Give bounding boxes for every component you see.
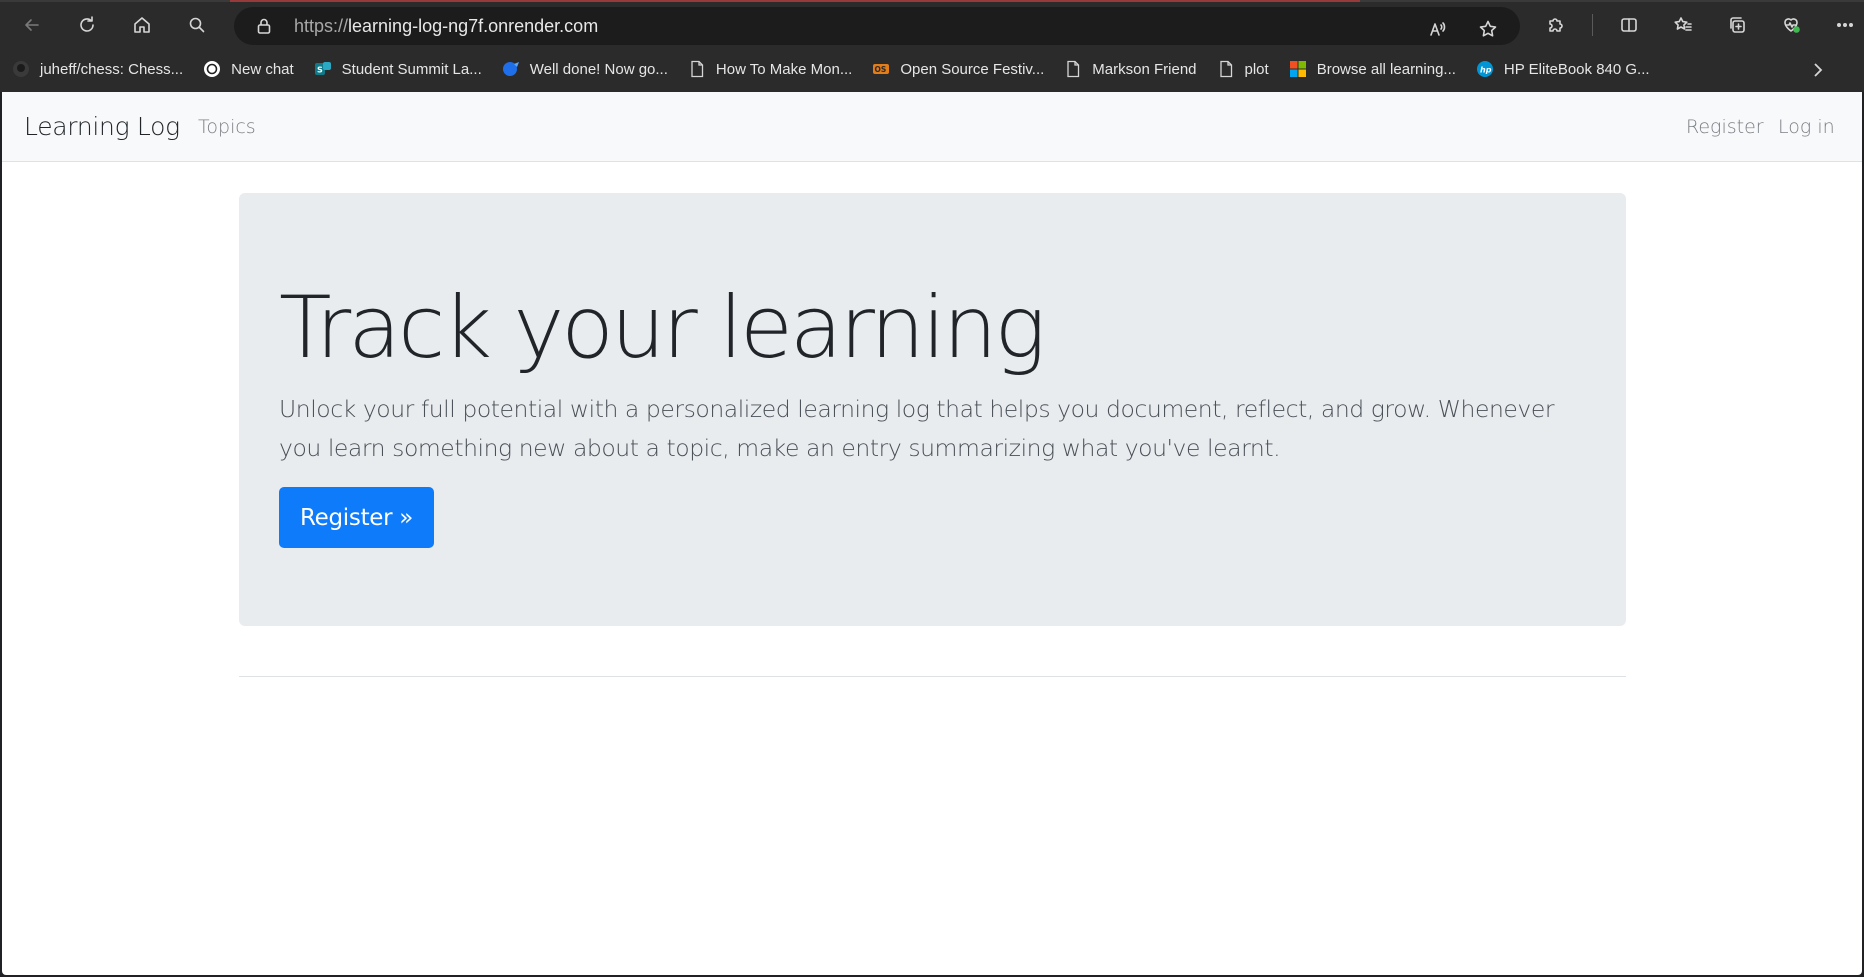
bookmarks-overflow-button[interactable] [1808, 60, 1828, 80]
read-aloud-icon [1430, 22, 1446, 36]
extensions-button[interactable] [1538, 7, 1574, 43]
bookmarks-bar: juheff/chess: Chess... New chat S Student S… [0, 50, 1864, 88]
hero-jumbotron: Track your learning Unlock your full pot… [239, 193, 1626, 626]
browser-essentials-button[interactable] [1773, 7, 1809, 43]
read-aloud-button[interactable] [1420, 11, 1456, 47]
browser-chrome: https://learning-log-ng7f.onrender.com j… [0, 0, 1864, 92]
search-icon [189, 17, 205, 33]
bookmark-item[interactable]: Markson Friend [1054, 54, 1206, 84]
address-bar[interactable]: https://learning-log-ng7f.onrender.com [234, 7, 1520, 45]
hero-title: Track your learning [279, 278, 1046, 378]
page-icon [688, 60, 706, 78]
url-text[interactable]: https://learning-log-ng7f.onrender.com [294, 16, 598, 37]
url-host: learning-log-ng7f.onrender.com [348, 16, 599, 36]
osf-icon: OS [872, 60, 890, 78]
page-icon [1064, 60, 1082, 78]
bookmark-label: Browse all learning... [1316, 60, 1456, 78]
heart-pulse-icon [1784, 18, 1800, 33]
star-icon [1479, 20, 1497, 37]
bookmark-item[interactable]: hp HP EliteBook 840 G... [1466, 54, 1660, 84]
bookmark-label: Student Summit La... [341, 60, 482, 78]
bookmark-label: juheff/chess: Chess... [40, 60, 184, 78]
bookmark-item[interactable]: New chat [193, 54, 304, 84]
nav-login-link[interactable]: Log in [1778, 116, 1835, 138]
chevron-right-icon [1814, 63, 1823, 77]
favorite-button[interactable] [1470, 11, 1506, 47]
collections-button[interactable] [1719, 7, 1755, 43]
content-divider [239, 676, 1626, 677]
nav-register-link[interactable]: Register [1686, 116, 1764, 138]
refresh-button[interactable] [69, 7, 105, 43]
puzzle-icon [1549, 18, 1563, 32]
github-icon [12, 60, 30, 78]
arrow-left-icon [25, 19, 39, 31]
bookmark-item[interactable]: OS Open Source Festiv... [862, 54, 1054, 84]
favorites-button[interactable] [1665, 7, 1701, 43]
site-navbar: Learning Log Topics Register Log in [2, 92, 1862, 162]
register-button[interactable]: Register » [279, 487, 435, 548]
browser-toolbar: https://learning-log-ng7f.onrender.com [0, 2, 1864, 48]
favorites-list-icon [1674, 17, 1692, 31]
svg-text:hp: hp [1480, 66, 1492, 75]
ellipsis-icon [1836, 23, 1854, 28]
home-icon [134, 17, 150, 33]
bookmark-label: Open Source Festiv... [900, 60, 1045, 78]
bookmark-label: HP EliteBook 840 G... [1503, 60, 1650, 78]
bookmark-label: plot [1244, 60, 1269, 78]
home-button[interactable] [124, 7, 160, 43]
quiz-icon [502, 60, 520, 78]
bookmark-item[interactable]: S Student Summit La... [304, 54, 492, 84]
lock-icon[interactable] [254, 16, 274, 36]
teams-icon: S [314, 60, 332, 78]
svg-text:S: S [317, 66, 323, 75]
bookmark-label: Well done! Now go... [529, 60, 668, 78]
brand-link[interactable]: Learning Log [24, 112, 180, 141]
nav-topics-link[interactable]: Topics [198, 116, 256, 138]
collections-icon [1730, 17, 1745, 33]
search-button[interactable] [179, 7, 215, 43]
hp-icon: hp [1476, 60, 1494, 78]
refresh-icon [80, 16, 94, 32]
toolbar-separator [1592, 14, 1593, 36]
bookmark-item[interactable]: Well done! Now go... [492, 54, 678, 84]
microsoft-icon [1289, 60, 1307, 78]
bookmark-item[interactable]: Browse all learning... [1279, 54, 1466, 84]
page-viewport: Learning Log Topics Register Log in Trac… [2, 92, 1862, 975]
bookmark-item[interactable]: plot [1207, 54, 1279, 84]
more-menu-button[interactable] [1827, 7, 1863, 43]
hero-lead-text: Unlock your full potential with a person… [279, 395, 1555, 462]
svg-text:OS: OS [875, 65, 887, 74]
back-button[interactable] [14, 7, 50, 43]
bookmark-label: New chat [231, 60, 294, 78]
page-icon [1217, 60, 1235, 78]
bookmark-item[interactable]: How To Make Mon... [678, 54, 862, 84]
url-protocol: https:// [294, 16, 349, 36]
bookmark-item[interactable]: juheff/chess: Chess... [2, 54, 193, 84]
split-screen-icon [1621, 18, 1637, 32]
bookmark-label: How To Make Mon... [715, 60, 853, 78]
openai-icon [203, 60, 221, 78]
bookmark-label: Markson Friend [1092, 60, 1197, 78]
split-screen-button[interactable] [1611, 7, 1647, 43]
